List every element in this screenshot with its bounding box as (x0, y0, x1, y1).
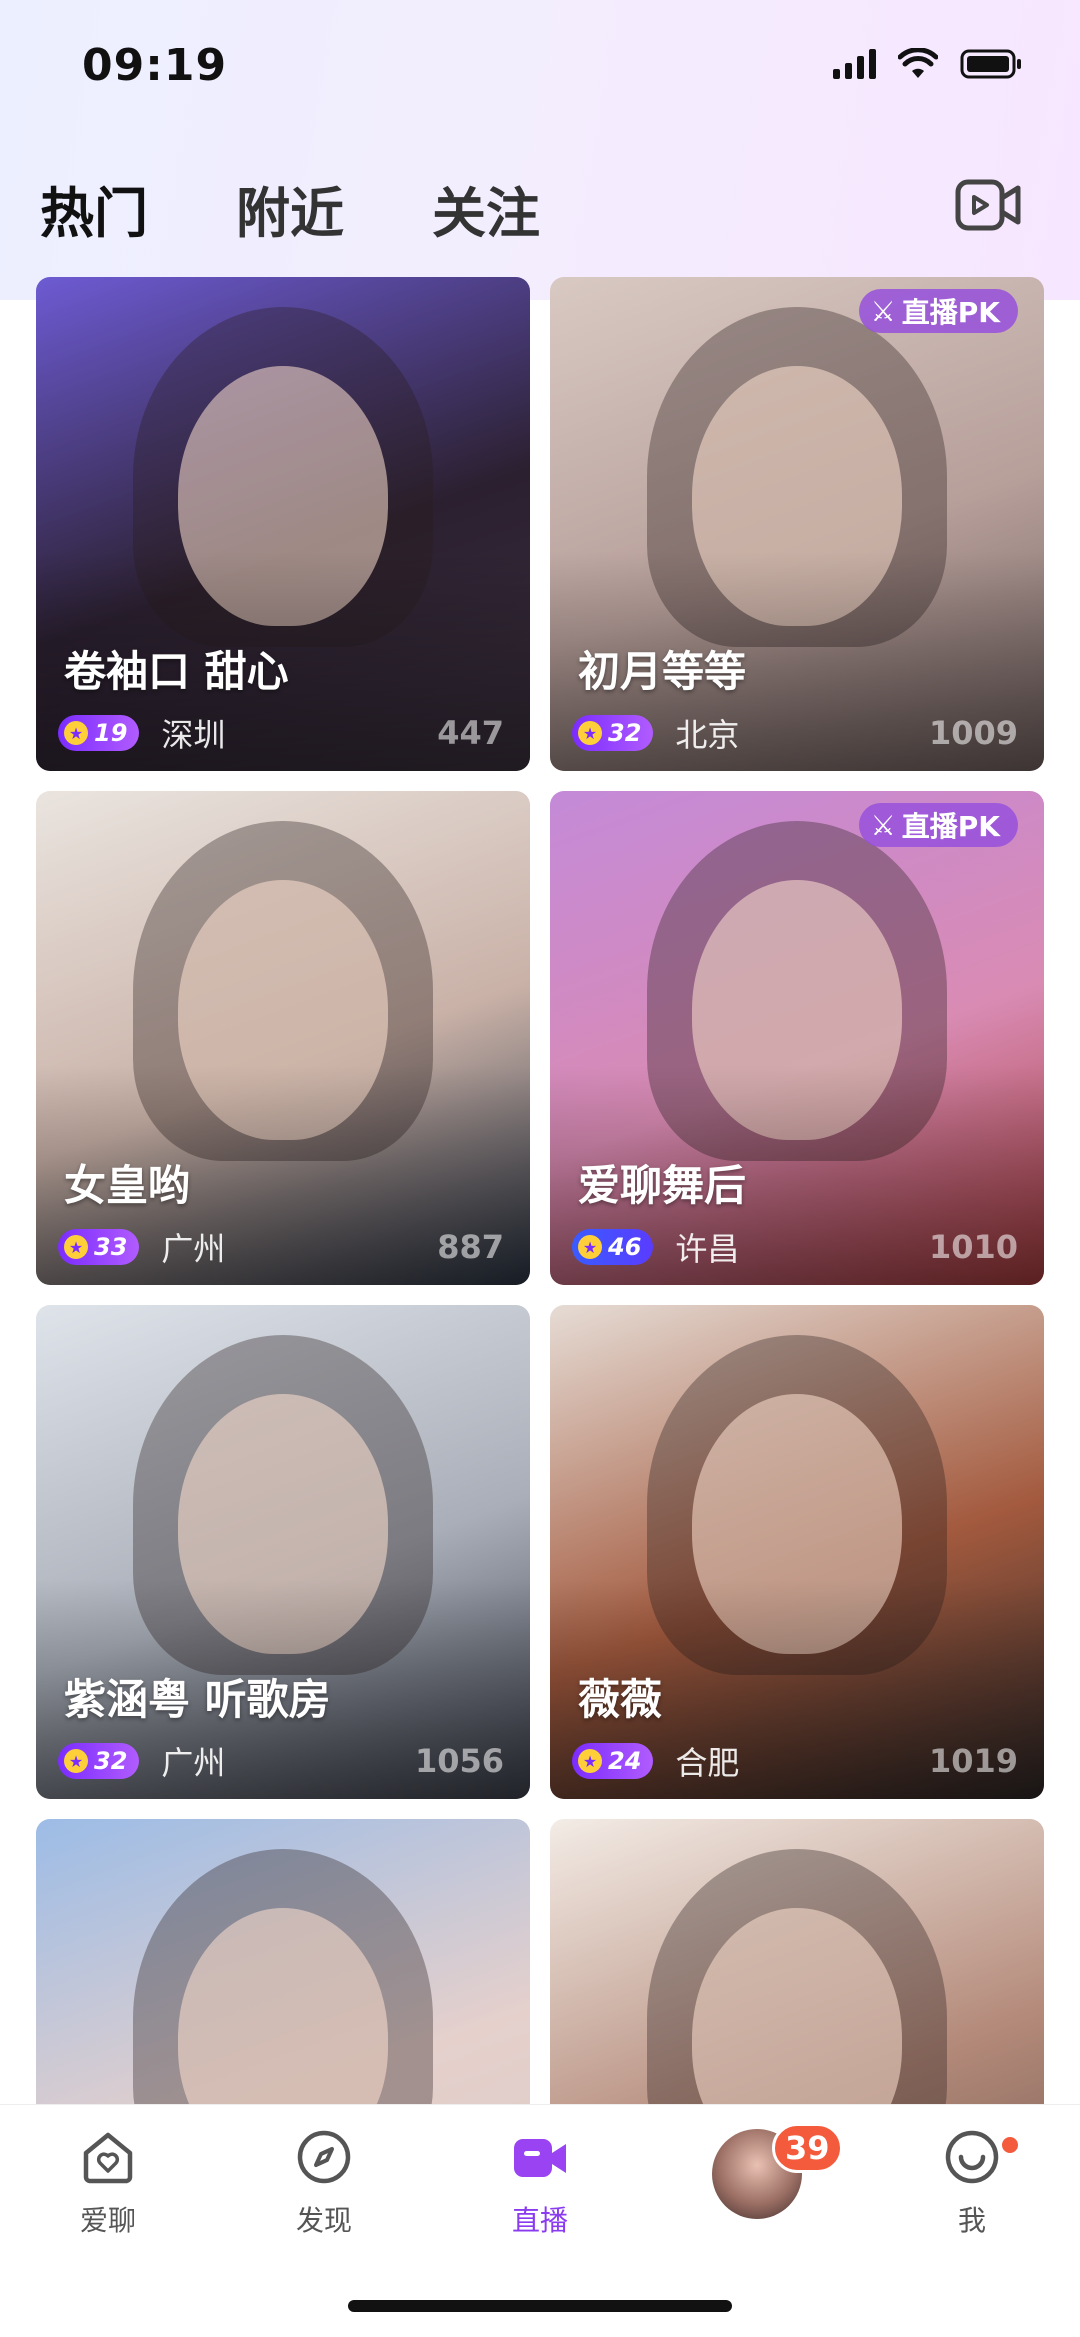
tab-follow[interactable]: 关注 (432, 169, 540, 248)
nav-item-live[interactable]: 直播 (470, 2127, 610, 2239)
live-room-card[interactable]: 卷袖口 甜心 ★ 19 深圳 447 (36, 277, 530, 771)
level-badge: ★ 32 (572, 715, 654, 751)
viewer-count: 447 (437, 714, 504, 752)
crossed-swords-icon: ⚔ (870, 294, 896, 328)
card-city: 北京 (675, 716, 740, 754)
nav-item-me[interactable]: 我 (902, 2127, 1042, 2239)
card-title: 薇薇 (578, 1675, 663, 1724)
heart-house-icon (83, 2132, 133, 2184)
screen: 09:19 热门 附近 关注 卷袖口 甜心 ★ 19 深圳 447 ⚔ 直播PK… (0, 0, 1080, 2337)
card-title: 卷袖口 甜心 (64, 647, 289, 696)
live-room-card[interactable]: ⚔ 直播PK 初月等等 ★ 32 北京 1009 (550, 277, 1044, 771)
level-badge: ★ 33 (58, 1229, 140, 1265)
pk-badge: ⚔ 直播PK (858, 289, 1018, 333)
level-value: 46 (608, 1233, 642, 1261)
nav-item-discover[interactable]: 发现 (254, 2127, 394, 2239)
live-room-card[interactable]: 紫涵粤 听歌房 ★ 32 广州 1056 (36, 1305, 530, 1799)
messages-badge: 39 (772, 2123, 843, 2173)
viewer-count: 1056 (414, 1742, 504, 1780)
level-value: 32 (608, 719, 642, 747)
level-icon: ★ (578, 721, 602, 745)
tab-hot-label: 热门 (40, 181, 148, 245)
tab-follow-label: 关注 (432, 181, 540, 245)
pk-badge: ⚔ 直播PK (858, 803, 1018, 847)
nav-label-live: 直播 (511, 2204, 568, 2237)
card-meta: ★ 24 合肥 1019 (572, 1741, 1018, 1782)
card-city: 广州 (161, 1230, 226, 1268)
card-city: 广州 (161, 1744, 226, 1782)
level-value: 32 (94, 1747, 128, 1775)
me-notification-dot (1000, 2135, 1020, 2155)
card-city: 深圳 (161, 716, 226, 754)
card-meta: ★ 33 广州 887 (58, 1227, 504, 1268)
level-icon: ★ (64, 1235, 88, 1259)
live-room-card[interactable]: 薇薇 ★ 24 合肥 1019 (550, 1305, 1044, 1799)
tab-nearby-label: 附近 (236, 181, 344, 245)
start-live-camera-icon[interactable] (954, 170, 1024, 240)
level-badge: ★ 32 (58, 1743, 140, 1779)
level-icon: ★ (578, 1235, 602, 1259)
status-bar: 09:19 (0, 0, 1080, 130)
crossed-swords-icon: ⚔ (870, 808, 896, 842)
card-title: 初月等等 (578, 647, 747, 696)
level-badge: ★ 19 (58, 715, 140, 751)
card-title: 爱聊舞后 (578, 1161, 747, 1210)
wifi-icon (898, 48, 938, 78)
top-tabs: 热门 附近 关注 (40, 168, 628, 248)
tab-nearby[interactable]: 附近 (236, 169, 344, 248)
viewer-count: 887 (437, 1228, 504, 1266)
live-camera-icon (514, 2139, 566, 2177)
status-time: 09:19 (82, 40, 228, 91)
card-meta: ★ 32 广州 1056 (58, 1741, 504, 1782)
pk-badge-label: 直播PK (901, 296, 1000, 329)
battery-icon (960, 49, 1021, 79)
nav-label-discover: 发现 (295, 2204, 352, 2237)
card-city: 合肥 (675, 1744, 740, 1782)
viewer-count: 1010 (928, 1228, 1018, 1266)
level-icon: ★ (578, 1749, 602, 1773)
level-value: 24 (608, 1747, 642, 1775)
tab-hot[interactable]: 热门 (40, 169, 196, 248)
nav-label-me: 我 (957, 2204, 986, 2237)
status-icons (833, 48, 1024, 80)
card-city: 许昌 (675, 1230, 740, 1268)
card-meta: ★ 19 深圳 447 (58, 713, 504, 754)
live-room-card[interactable]: 女皇哟 ★ 33 广州 887 (36, 791, 530, 1285)
nav-item-aichat[interactable]: 爱聊 (38, 2127, 178, 2239)
card-title: 女皇哟 (64, 1161, 191, 1210)
home-indicator[interactable] (348, 2300, 732, 2312)
level-badge: ★ 46 (572, 1229, 654, 1265)
viewer-count: 1009 (928, 714, 1018, 752)
smile-icon (945, 2130, 999, 2184)
signal-icon (833, 49, 876, 79)
level-value: 33 (94, 1233, 128, 1261)
live-room-card[interactable]: ⚔ 直播PK 爱聊舞后 ★ 46 许昌 1010 (550, 791, 1044, 1285)
pk-badge-label: 直播PK (901, 810, 1000, 843)
card-title: 紫涵粤 听歌房 (64, 1675, 331, 1724)
card-meta: ★ 46 许昌 1010 (572, 1227, 1018, 1268)
nav-item-messages[interactable]: 39 (712, 2123, 843, 2219)
compass-icon (297, 2130, 351, 2184)
level-badge: ★ 24 (572, 1743, 654, 1779)
level-value: 19 (94, 719, 128, 747)
nav-label-aichat: 爱聊 (79, 2204, 136, 2237)
level-icon: ★ (64, 1749, 88, 1773)
card-meta: ★ 32 北京 1009 (572, 713, 1018, 754)
level-icon: ★ (64, 721, 88, 745)
viewer-count: 1019 (928, 1742, 1018, 1780)
